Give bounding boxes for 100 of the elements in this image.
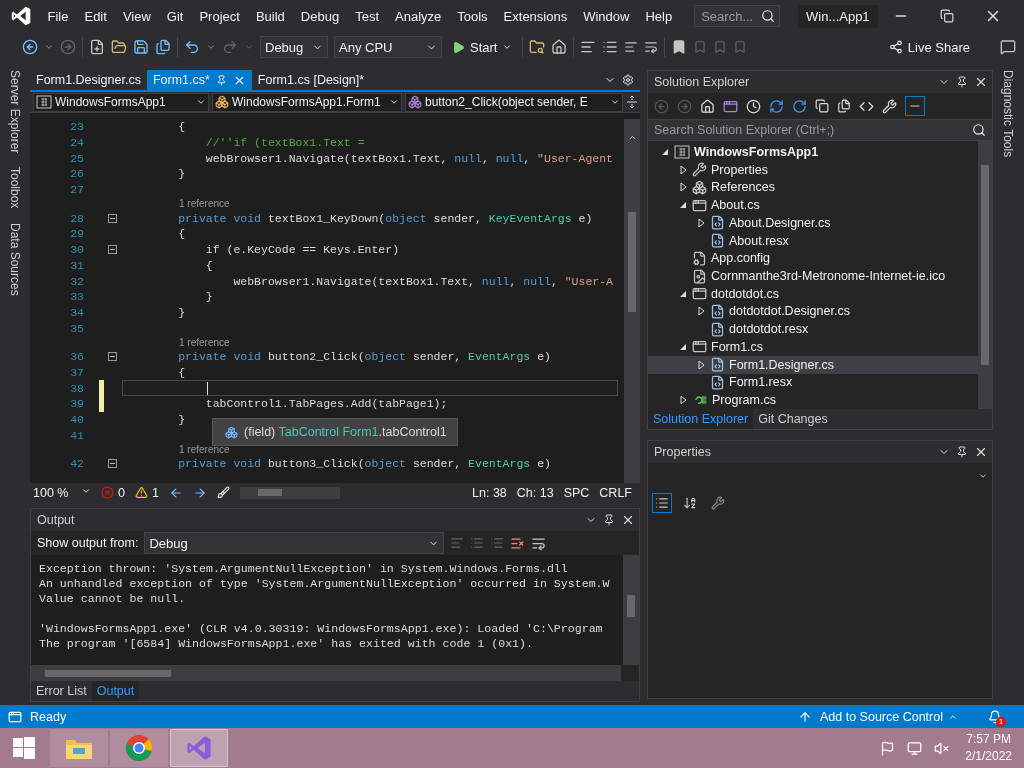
new-item-icon[interactable] bbox=[89, 39, 105, 55]
collapse-icon[interactable] bbox=[108, 213, 117, 223]
collapsed-arrow-icon[interactable] bbox=[697, 217, 705, 228]
collapse-icon[interactable] bbox=[108, 352, 117, 362]
collapsed-arrow-icon[interactable] bbox=[697, 306, 705, 317]
tree-item[interactable]: Properties bbox=[648, 160, 978, 179]
pin-icon[interactable] bbox=[956, 76, 968, 88]
clock-icon[interactable] bbox=[746, 98, 761, 114]
refresh-icon[interactable] bbox=[792, 98, 807, 114]
output-source-dropdown[interactable]: Debug bbox=[144, 532, 445, 554]
start-button[interactable]: Start bbox=[448, 39, 517, 55]
collapse-icon[interactable] bbox=[108, 245, 117, 255]
open-folder-icon[interactable] bbox=[111, 39, 127, 55]
platform-dropdown[interactable]: Any CPU bbox=[334, 36, 442, 58]
close-icon[interactable] bbox=[974, 445, 988, 459]
error-count[interactable]: 0 bbox=[118, 485, 125, 500]
scroll-thumb[interactable] bbox=[981, 165, 989, 365]
tree-item[interactable]: WindowsFormsApp1 bbox=[648, 143, 978, 161]
clock[interactable]: 7:57 PM 2/1/2022 bbox=[965, 731, 1012, 765]
codelens-text[interactable]: 1 reference bbox=[179, 198, 230, 210]
cleanup-icon[interactable] bbox=[216, 486, 230, 499]
panel-tab[interactable]: Output bbox=[91, 681, 140, 701]
menu-item[interactable]: Project bbox=[191, 8, 248, 24]
tree-item[interactable]: About.resx bbox=[648, 231, 978, 250]
caret-icon[interactable] bbox=[206, 42, 216, 52]
collapsed-arrow-icon[interactable] bbox=[679, 164, 687, 175]
tooltip[interactable]: (field) TabControl Form1.tabControl1 bbox=[212, 418, 458, 446]
uncomment-icon[interactable] bbox=[644, 40, 659, 54]
tree-item[interactable]: Cornmanthe3rd-Metronome-Internet-ie.ico bbox=[648, 267, 978, 285]
pin-icon[interactable] bbox=[956, 446, 968, 458]
panel-tab[interactable]: Git Changes bbox=[753, 409, 833, 429]
zoom-dropdown[interactable]: 100 % bbox=[33, 485, 91, 500]
save-all-icon[interactable] bbox=[155, 39, 171, 55]
caret-icon[interactable] bbox=[389, 97, 399, 107]
close-icon[interactable] bbox=[621, 513, 635, 527]
tree-item[interactable]: Form1.cs bbox=[648, 338, 978, 356]
scroll-thumb[interactable] bbox=[45, 669, 171, 677]
taskbar-app[interactable] bbox=[110, 729, 168, 767]
split-icon[interactable] bbox=[626, 95, 638, 109]
scrollbar[interactable] bbox=[239, 486, 340, 499]
caret-icon[interactable] bbox=[610, 97, 620, 107]
categorized-button[interactable] bbox=[652, 493, 672, 513]
panel-tab[interactable]: Solution Explorer bbox=[648, 409, 754, 429]
sync-icon[interactable] bbox=[769, 98, 784, 114]
caret-icon[interactable] bbox=[502, 42, 513, 52]
tree-item[interactable]: About.Designer.cs bbox=[648, 213, 978, 232]
menu-item[interactable]: Test bbox=[347, 8, 387, 24]
menu-item[interactable]: Tools bbox=[449, 8, 496, 24]
document-tab[interactable]: Form1.Designer.cs bbox=[30, 70, 147, 90]
search-field[interactable]: Search... bbox=[694, 5, 780, 27]
feedback-icon[interactable] bbox=[1000, 39, 1016, 55]
tree-item[interactable]: About.cs bbox=[648, 196, 978, 214]
settings-icon[interactable] bbox=[622, 74, 634, 86]
indent-icon[interactable] bbox=[580, 39, 597, 55]
menu-item[interactable]: File bbox=[39, 8, 77, 24]
collapsed-arrow-icon[interactable] bbox=[697, 359, 705, 370]
tree-item[interactable]: App.config bbox=[648, 249, 978, 268]
document-tab[interactable]: Form1.cs [Design]* bbox=[251, 70, 371, 90]
menu-item[interactable]: Edit bbox=[76, 8, 115, 24]
scroll-thumb[interactable] bbox=[628, 212, 636, 312]
caret-icon[interactable] bbox=[196, 97, 206, 107]
line-ending-indicator[interactable]: CRLF bbox=[599, 485, 632, 500]
tree-item[interactable]: Program.cs bbox=[648, 391, 978, 409]
expanded-arrow-icon[interactable] bbox=[661, 147, 669, 156]
forward-icon[interactable] bbox=[192, 485, 207, 500]
preview-button[interactable] bbox=[905, 96, 925, 116]
side-tab[interactable]: Data Sources bbox=[8, 222, 22, 296]
home-icon[interactable] bbox=[551, 39, 568, 55]
side-tab[interactable]: Server Explorer bbox=[8, 70, 22, 154]
expanded-arrow-icon[interactable] bbox=[679, 289, 687, 298]
scrollbar[interactable] bbox=[624, 119, 640, 483]
side-tab[interactable]: Toolbox bbox=[8, 167, 22, 209]
menu-item[interactable]: Window bbox=[575, 8, 638, 24]
pin-icon[interactable] bbox=[603, 514, 615, 526]
show-all-files-icon[interactable] bbox=[837, 99, 851, 113]
menu-item[interactable]: Extensions bbox=[495, 8, 576, 24]
switch-views-icon[interactable] bbox=[723, 98, 738, 114]
scrollbar[interactable] bbox=[623, 555, 639, 665]
navigation-dropdown[interactable]: button2_Click(object sender, E bbox=[405, 92, 623, 112]
close-icon[interactable] bbox=[974, 75, 988, 89]
codelens-text[interactable]: 1 reference bbox=[179, 336, 230, 348]
menu-item[interactable]: Git bbox=[158, 8, 192, 24]
flag-icon[interactable] bbox=[880, 740, 896, 756]
tree-item[interactable]: dotdotdot.Designer.cs bbox=[648, 302, 978, 321]
live-share-button[interactable]: Live Share bbox=[884, 39, 974, 55]
restore-button[interactable] bbox=[939, 9, 954, 23]
expanded-arrow-icon[interactable] bbox=[679, 201, 687, 210]
home-icon[interactable] bbox=[700, 98, 715, 114]
tree-item[interactable]: Form1.Designer.cs bbox=[648, 355, 978, 374]
find-folder-icon[interactable] bbox=[529, 39, 546, 55]
tree-item[interactable]: References bbox=[648, 178, 978, 197]
codelens-text[interactable]: 1 reference bbox=[179, 444, 230, 456]
indent-indicator[interactable]: SPC bbox=[563, 485, 590, 500]
collapse-all-icon[interactable] bbox=[815, 99, 829, 113]
menu-item[interactable]: View bbox=[114, 8, 159, 24]
caret-icon[interactable] bbox=[627, 133, 637, 142]
caret-icon[interactable] bbox=[978, 471, 988, 481]
volume-muted-icon[interactable] bbox=[934, 740, 950, 756]
caret-icon[interactable] bbox=[44, 42, 54, 52]
source-control-button[interactable]: Add to Source Control bbox=[820, 709, 958, 724]
